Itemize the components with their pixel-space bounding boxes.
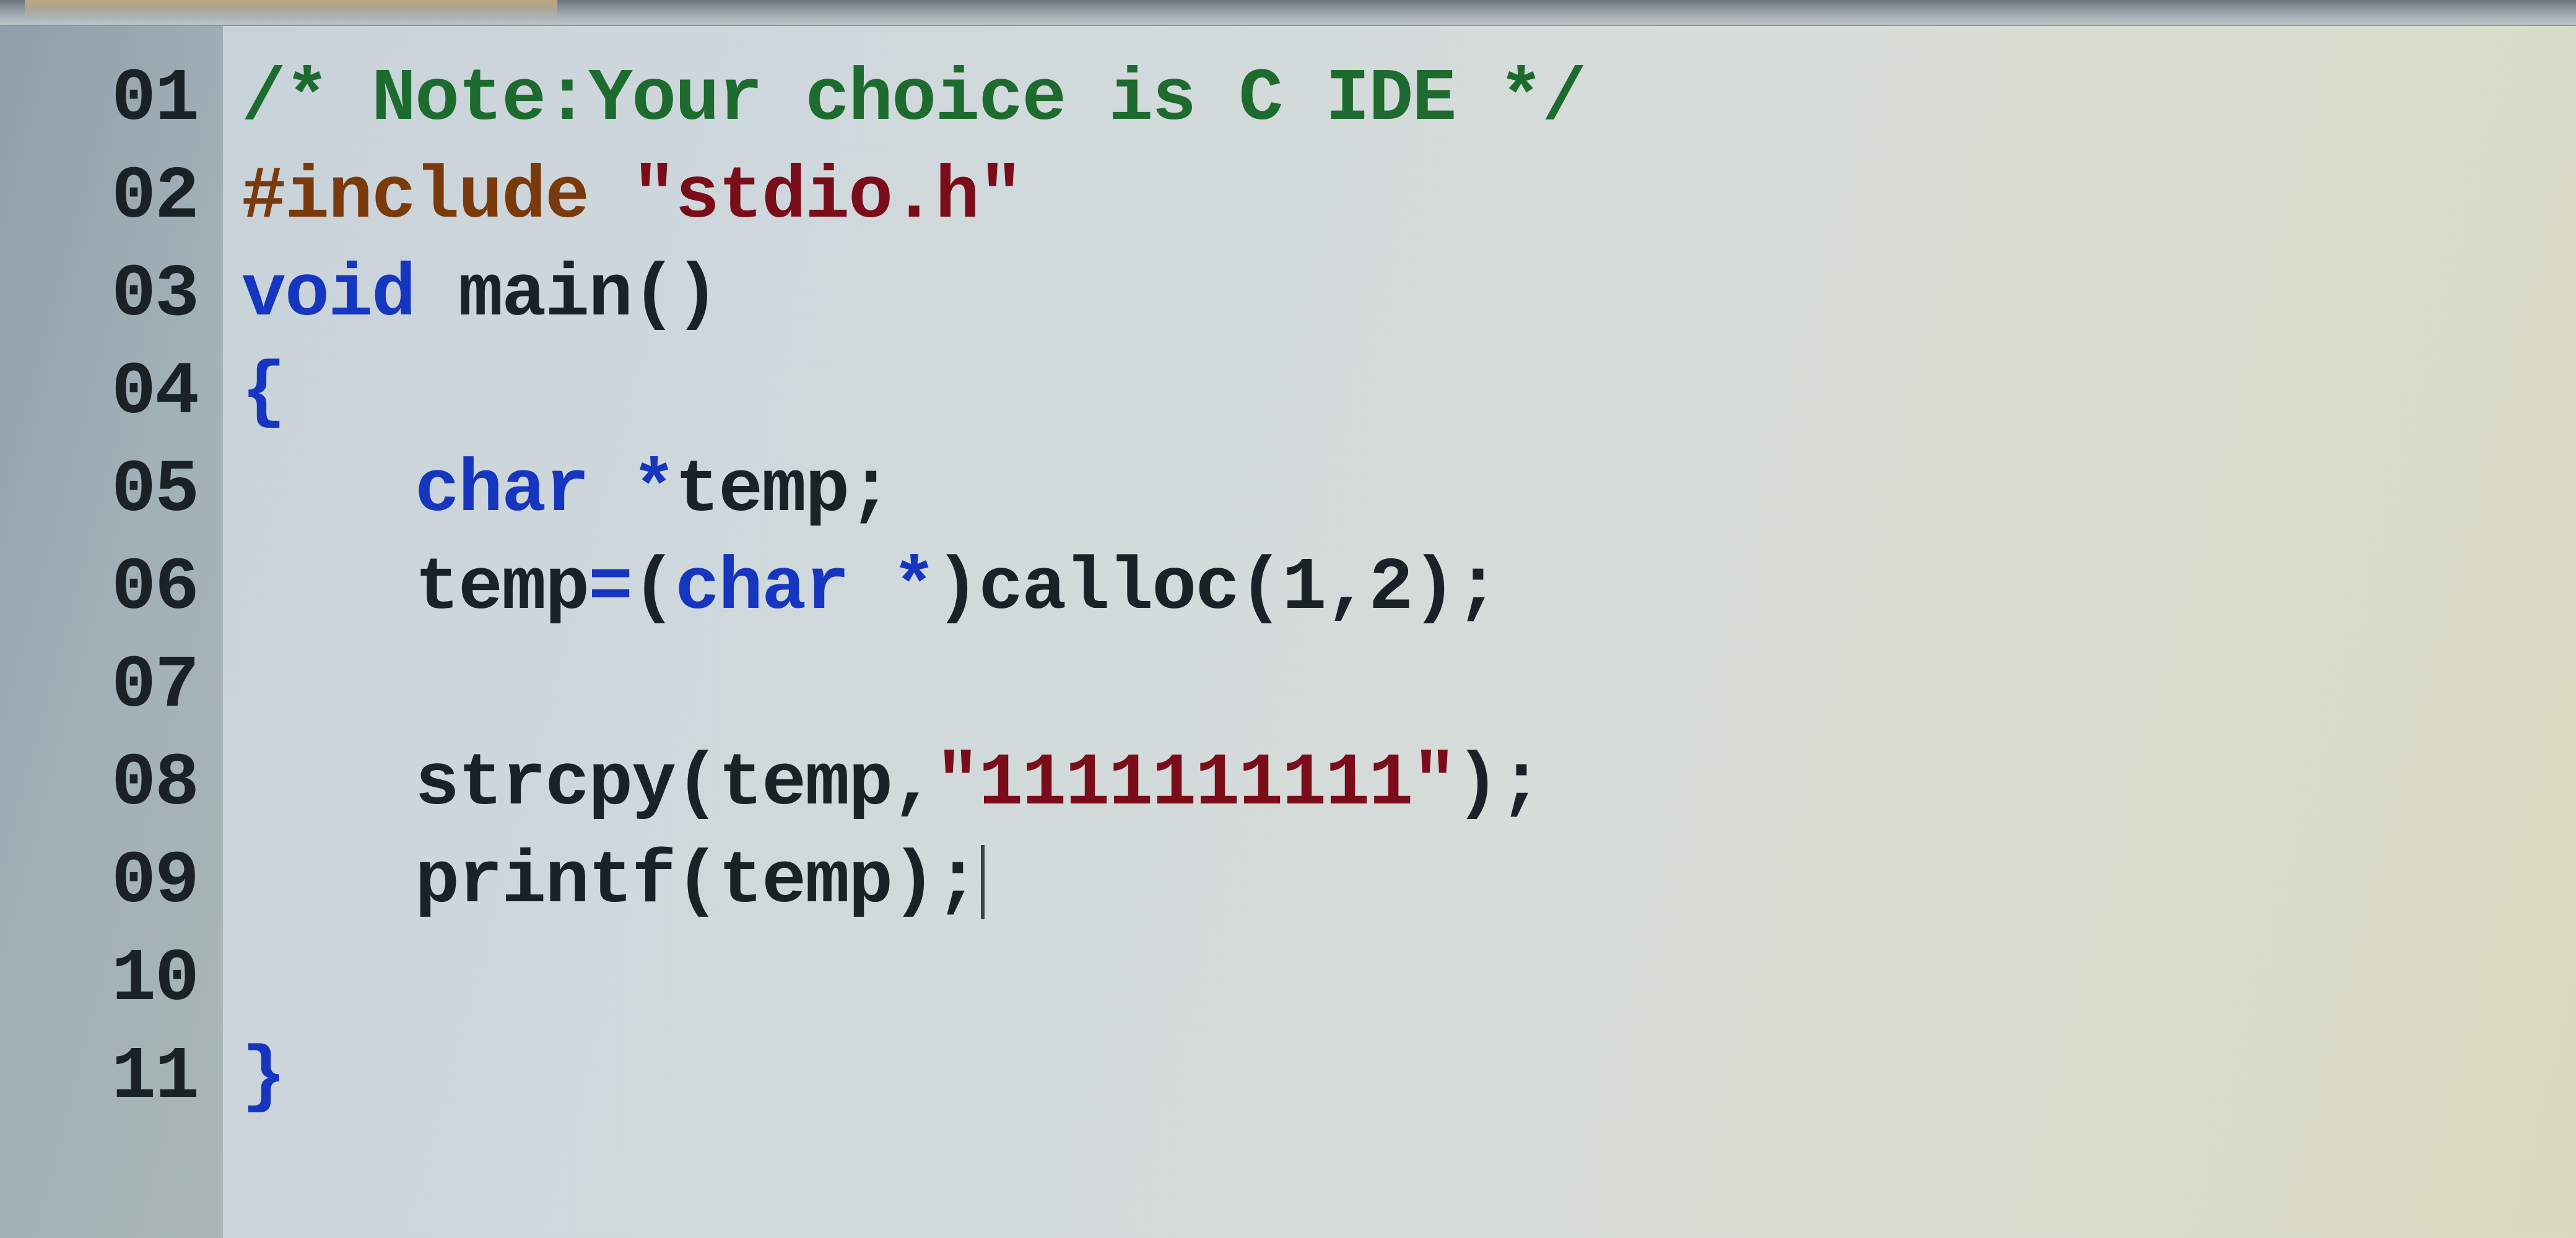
indent-token bbox=[242, 547, 415, 631]
string-token: "1111111111" bbox=[935, 742, 1455, 826]
brace-token: { bbox=[242, 351, 285, 435]
indent-token bbox=[242, 840, 415, 924]
semicolon-token: ; bbox=[1499, 742, 1542, 826]
space-token bbox=[848, 547, 892, 631]
text-caret bbox=[981, 845, 985, 919]
number-token: 2 bbox=[1368, 547, 1412, 631]
identifier-token: temp bbox=[415, 547, 588, 631]
comma-token: , bbox=[1325, 547, 1368, 631]
comma-token: , bbox=[892, 742, 935, 826]
preprocessor-token: #include bbox=[242, 155, 632, 240]
function-token: strcpy bbox=[415, 742, 675, 826]
paren-token: ( bbox=[675, 742, 718, 826]
semicolon-token: ; bbox=[1455, 547, 1499, 631]
code-line[interactable]: temp=(char *)calloc(1,2); bbox=[242, 540, 2576, 638]
code-line[interactable] bbox=[242, 638, 2576, 735]
type-token: char bbox=[675, 547, 848, 631]
paren-token: ( bbox=[632, 547, 675, 631]
paren-token: ) bbox=[892, 840, 935, 924]
string-token: "stdio.h" bbox=[632, 155, 1022, 240]
paren-token: ) bbox=[1455, 742, 1499, 826]
line-number: 11 bbox=[0, 1029, 223, 1127]
code-line[interactable]: /* Note:Your choice is C IDE */ bbox=[242, 51, 2576, 149]
equals-token: = bbox=[588, 547, 632, 631]
semicolon-token: ; bbox=[848, 449, 892, 533]
space-token bbox=[588, 449, 632, 533]
identifier-token: temp bbox=[718, 840, 892, 924]
tab-highlight bbox=[25, 0, 557, 19]
line-number: 09 bbox=[0, 833, 223, 931]
line-number: 02 bbox=[0, 149, 223, 246]
line-number: 04 bbox=[0, 344, 223, 442]
function-token: printf bbox=[415, 840, 675, 924]
paren-token: ( bbox=[675, 840, 718, 924]
code-line[interactable]: char *temp; bbox=[242, 442, 2576, 540]
line-number: 03 bbox=[0, 246, 223, 344]
code-area[interactable]: /* Note:Your choice is C IDE */ #include… bbox=[223, 26, 2576, 1238]
code-line[interactable]: } bbox=[242, 1029, 2576, 1127]
paren-token: ) bbox=[935, 547, 978, 631]
keyword-token: void bbox=[242, 253, 415, 337]
code-line[interactable] bbox=[242, 931, 2576, 1029]
line-number: 10 bbox=[0, 931, 223, 1029]
code-line[interactable]: printf(temp); bbox=[242, 833, 2576, 931]
comment-token: /* Note:Your choice is C IDE */ bbox=[242, 58, 1585, 142]
code-line[interactable]: { bbox=[242, 344, 2576, 442]
paren-token: () bbox=[632, 253, 718, 337]
line-number: 08 bbox=[0, 735, 223, 833]
window-titlebar bbox=[0, 0, 2576, 26]
pointer-star-token: * bbox=[892, 547, 935, 631]
pointer-star-token: * bbox=[632, 449, 675, 533]
line-number: 07 bbox=[0, 638, 223, 735]
line-number: 05 bbox=[0, 442, 223, 540]
function-token: calloc bbox=[978, 547, 1238, 631]
code-line[interactable]: strcpy(temp,"1111111111"); bbox=[242, 735, 2576, 833]
number-token: 1 bbox=[1282, 547, 1325, 631]
type-token: char bbox=[415, 449, 588, 533]
indent-token bbox=[242, 449, 415, 533]
identifier-token: temp bbox=[718, 742, 892, 826]
brace-token: } bbox=[242, 1036, 285, 1120]
paren-token: ) bbox=[1412, 547, 1455, 631]
code-editor[interactable]: 01 02 03 04 05 06 07 08 09 10 11 /* Note… bbox=[0, 26, 2576, 1238]
function-token: main bbox=[458, 253, 632, 337]
line-number-gutter: 01 02 03 04 05 06 07 08 09 10 11 bbox=[0, 26, 223, 1238]
semicolon-token: ; bbox=[935, 840, 978, 924]
indent-token bbox=[242, 742, 415, 826]
identifier-token: temp bbox=[675, 449, 848, 533]
line-number: 01 bbox=[0, 51, 223, 149]
line-number: 06 bbox=[0, 540, 223, 638]
space-token bbox=[415, 253, 458, 337]
code-line[interactable]: #include "stdio.h" bbox=[242, 149, 2576, 246]
code-line[interactable]: void main() bbox=[242, 246, 2576, 344]
paren-token: ( bbox=[1238, 547, 1282, 631]
